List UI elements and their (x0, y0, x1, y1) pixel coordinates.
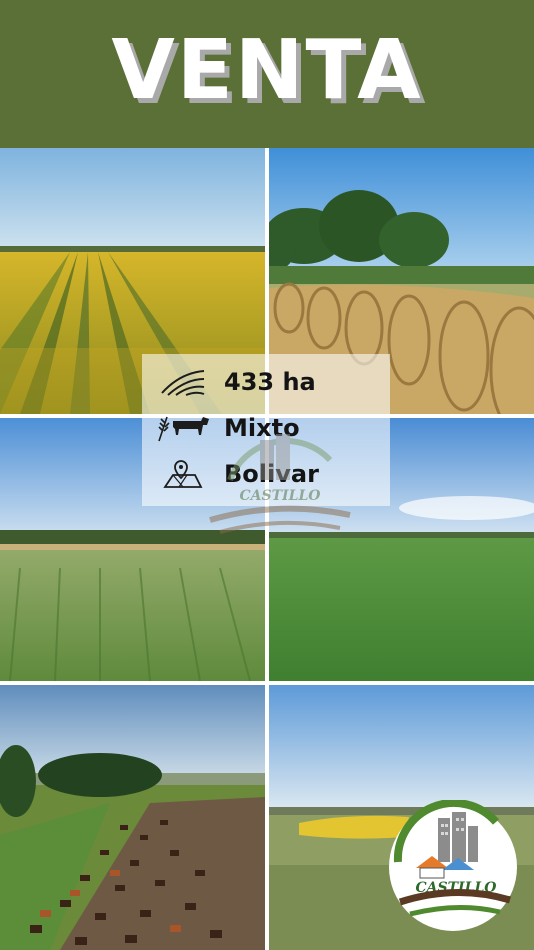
page-title: VENTA (111, 22, 423, 118)
watermark-brand: CASTILLO (240, 488, 322, 504)
field-rows-icon (154, 365, 212, 399)
header-banner: VENTA (0, 0, 534, 148)
info-row-area: 433 ha (142, 362, 316, 402)
area-value: 433 ha (224, 368, 316, 396)
watermark-logo: CASTILLO (200, 420, 360, 550)
castillo-logo: CASTILLO (386, 798, 520, 934)
photo-cattle-herd (0, 685, 265, 950)
